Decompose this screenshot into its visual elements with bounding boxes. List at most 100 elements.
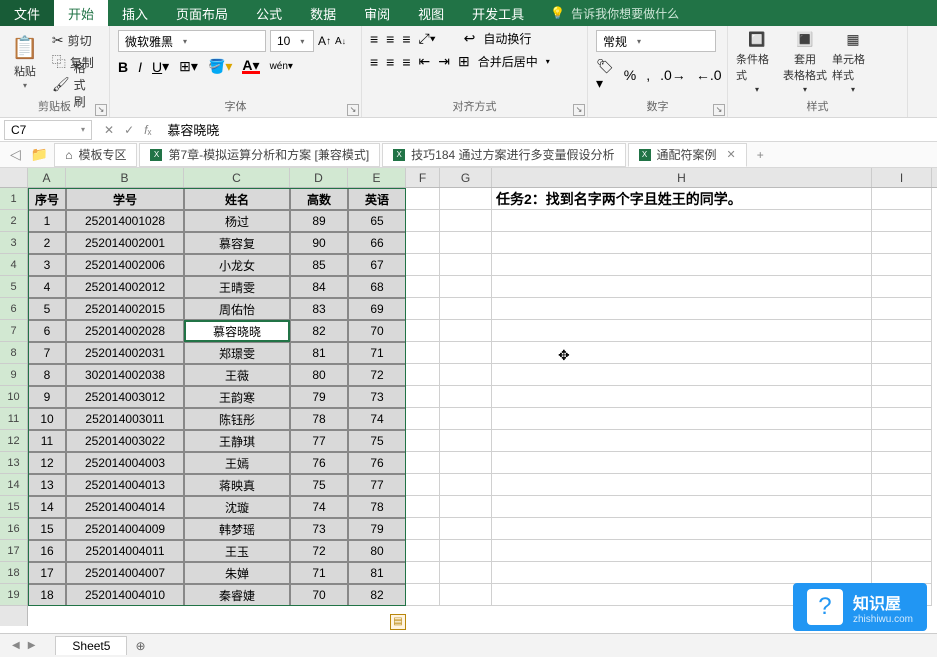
- cell[interactable]: 83: [290, 298, 348, 320]
- col-header-e[interactable]: E: [348, 168, 406, 187]
- cell[interactable]: 252014002001: [66, 232, 184, 254]
- cell[interactable]: [406, 298, 440, 320]
- font-launcher[interactable]: ↘: [347, 104, 359, 116]
- cell[interactable]: [406, 364, 440, 386]
- cell[interactable]: 小龙女: [184, 254, 290, 276]
- doc-tab-ch7[interactable]: X第7章-模拟运算分析和方案 [兼容模式]: [139, 143, 380, 167]
- cell[interactable]: [406, 496, 440, 518]
- cell[interactable]: [872, 562, 932, 584]
- cell[interactable]: [406, 518, 440, 540]
- cell[interactable]: 252014002006: [66, 254, 184, 276]
- wrap-text-button[interactable]: 自动换行: [483, 30, 531, 47]
- cell[interactable]: [406, 254, 440, 276]
- row-header-11[interactable]: 11: [0, 408, 27, 430]
- cell-grid[interactable]: 序号学号姓名高数英语任务2：找到名字两个字且姓王的同学。125201400102…: [28, 188, 937, 626]
- comma-button[interactable]: ,: [646, 67, 650, 83]
- cell[interactable]: 74: [290, 496, 348, 518]
- cell[interactable]: 82: [290, 320, 348, 342]
- indent-dec-button[interactable]: ⇤: [419, 53, 431, 70]
- inc-decimal-button[interactable]: .0→: [660, 67, 686, 83]
- cell[interactable]: 90: [290, 232, 348, 254]
- cell[interactable]: [872, 276, 932, 298]
- align-left-button[interactable]: ≡: [370, 54, 378, 70]
- cell[interactable]: [492, 320, 872, 342]
- cell[interactable]: 252014004011: [66, 540, 184, 562]
- close-tab-icon[interactable]: ✕: [727, 148, 736, 161]
- cell[interactable]: [872, 474, 932, 496]
- number-format-combo[interactable]: 常规▾: [596, 30, 716, 52]
- cell[interactable]: [406, 408, 440, 430]
- cell[interactable]: 252014004007: [66, 562, 184, 584]
- orientation-button[interactable]: ⤢▾: [419, 30, 436, 47]
- cell[interactable]: [440, 210, 492, 232]
- cell[interactable]: [406, 276, 440, 298]
- cell[interactable]: [440, 342, 492, 364]
- cell[interactable]: 252014002028: [66, 320, 184, 342]
- row-header-6[interactable]: 6: [0, 298, 27, 320]
- cell[interactable]: 80: [348, 540, 406, 562]
- row-header-8[interactable]: 8: [0, 342, 27, 364]
- cell[interactable]: 74: [348, 408, 406, 430]
- cell[interactable]: 韩梦瑶: [184, 518, 290, 540]
- cell[interactable]: [440, 232, 492, 254]
- cell[interactable]: [872, 408, 932, 430]
- cell[interactable]: [406, 386, 440, 408]
- row-header-12[interactable]: 12: [0, 430, 27, 452]
- cell[interactable]: 王静琪: [184, 430, 290, 452]
- cell[interactable]: 81: [348, 562, 406, 584]
- cell[interactable]: 王薇: [184, 364, 290, 386]
- underline-button[interactable]: U▾: [152, 58, 169, 75]
- align-middle-button[interactable]: ≡: [386, 31, 394, 47]
- cell[interactable]: [492, 276, 872, 298]
- back-icon[interactable]: ◁: [6, 146, 25, 163]
- cell[interactable]: [440, 254, 492, 276]
- cell[interactable]: 252014004014: [66, 496, 184, 518]
- col-header-c[interactable]: C: [184, 168, 290, 187]
- cell[interactable]: 302014002038: [66, 364, 184, 386]
- cell[interactable]: 72: [290, 540, 348, 562]
- confirm-formula-icon[interactable]: ✓: [124, 123, 134, 137]
- cell[interactable]: 18: [28, 584, 66, 606]
- cell[interactable]: 5: [28, 298, 66, 320]
- grow-font-icon[interactable]: A↑: [318, 34, 331, 48]
- cell[interactable]: 7: [28, 342, 66, 364]
- phonetic-button[interactable]: wén▾: [270, 61, 293, 72]
- cell[interactable]: 11: [28, 430, 66, 452]
- col-header-d[interactable]: D: [290, 168, 348, 187]
- row-header-2[interactable]: 2: [0, 210, 27, 232]
- cell[interactable]: 周佑怡: [184, 298, 290, 320]
- cell[interactable]: 姓名: [184, 188, 290, 210]
- cell[interactable]: [492, 540, 872, 562]
- tab-dev[interactable]: 开发工具: [458, 0, 538, 26]
- row-header-17[interactable]: 17: [0, 540, 27, 562]
- cell[interactable]: [406, 430, 440, 452]
- row-header-9[interactable]: 9: [0, 364, 27, 386]
- cell[interactable]: 秦睿婕: [184, 584, 290, 606]
- folder-icon[interactable]: 📁: [27, 146, 52, 163]
- cell[interactable]: [872, 342, 932, 364]
- cell[interactable]: [492, 496, 872, 518]
- cell[interactable]: 73: [290, 518, 348, 540]
- cell[interactable]: 4: [28, 276, 66, 298]
- border-button[interactable]: ⊞▾: [179, 58, 198, 75]
- cell[interactable]: [872, 518, 932, 540]
- tab-file[interactable]: 文件: [0, 0, 54, 26]
- name-box[interactable]: C7▾: [4, 120, 92, 140]
- cell[interactable]: 252014002012: [66, 276, 184, 298]
- cell[interactable]: 8: [28, 364, 66, 386]
- cell[interactable]: [406, 584, 440, 606]
- cell[interactable]: 73: [348, 386, 406, 408]
- cell[interactable]: 3: [28, 254, 66, 276]
- doc-tab-templates[interactable]: ⌂模板专区: [54, 143, 137, 167]
- font-size-combo[interactable]: 10▾: [270, 30, 314, 52]
- cell[interactable]: [492, 210, 872, 232]
- cell[interactable]: [440, 452, 492, 474]
- col-header-b[interactable]: B: [66, 168, 184, 187]
- cell[interactable]: 76: [290, 452, 348, 474]
- cell[interactable]: [492, 254, 872, 276]
- align-right-button[interactable]: ≡: [402, 54, 410, 70]
- cell[interactable]: [406, 210, 440, 232]
- cell[interactable]: 77: [290, 430, 348, 452]
- cell[interactable]: 16: [28, 540, 66, 562]
- cell[interactable]: 王韵寒: [184, 386, 290, 408]
